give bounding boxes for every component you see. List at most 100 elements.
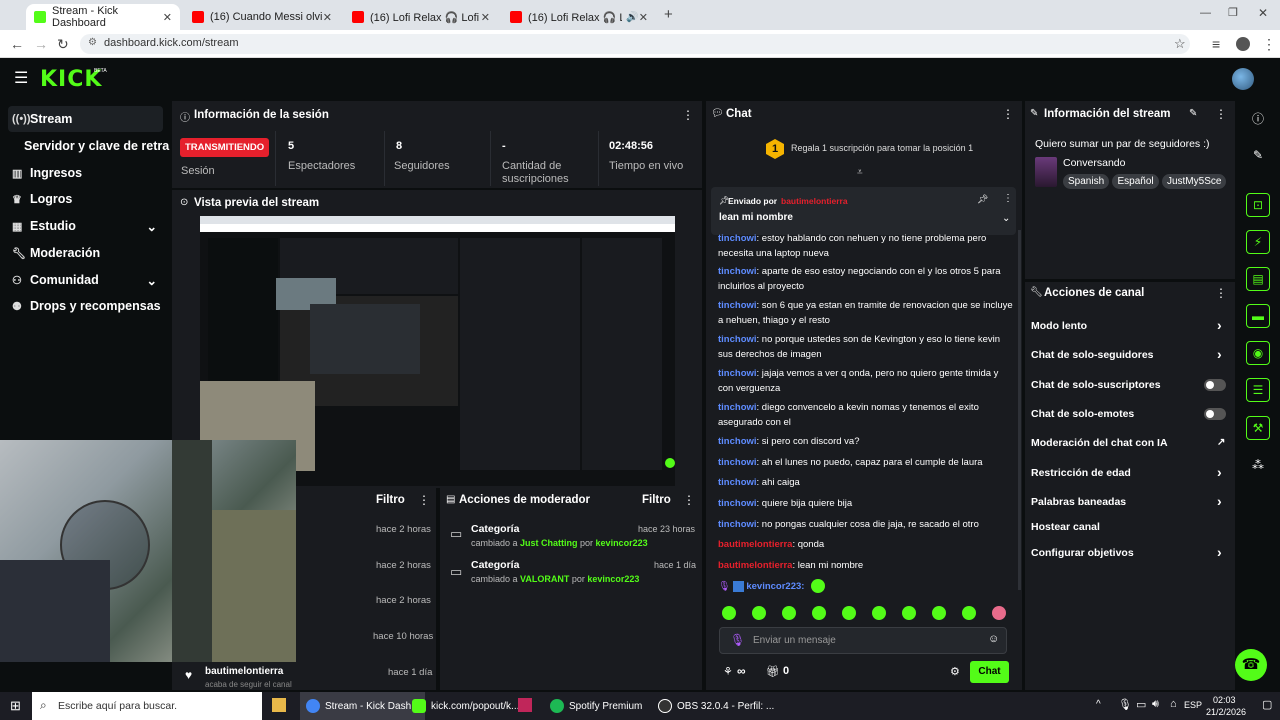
sidebar-item-server-key[interactable]: Servidor y clave de retransmisión bbox=[20, 133, 170, 159]
emote-icon[interactable] bbox=[992, 606, 1006, 620]
reload-icon[interactable]: ↻ bbox=[57, 36, 69, 53]
tag[interactable]: JustMy5Sce bbox=[1161, 174, 1227, 189]
chevron-up-icon[interactable]: ^ bbox=[1096, 699, 1101, 710]
emotes-only-toggle[interactable] bbox=[1204, 408, 1226, 420]
emote-icon[interactable] bbox=[782, 606, 796, 620]
language-indicator[interactable]: ESP bbox=[1184, 700, 1202, 710]
emote-icon[interactable] bbox=[842, 606, 856, 620]
action-ai-moderation[interactable]: Moderación del chat con IA ↗ bbox=[1031, 437, 1231, 449]
more-options-icon[interactable]: ⋮ bbox=[418, 493, 430, 507]
close-icon[interactable]: ✕ bbox=[639, 11, 648, 24]
pen-icon[interactable]: ✎ bbox=[1246, 143, 1270, 167]
close-icon[interactable]: ✕ bbox=[481, 11, 490, 24]
filter-button[interactable]: Filtro bbox=[376, 494, 405, 506]
forward-icon[interactable]: → bbox=[34, 36, 48, 52]
sidebar-item-moderacion[interactable]: 🔧︎ Moderación bbox=[8, 240, 163, 266]
action-goals[interactable]: Configurar objetivos › bbox=[1031, 544, 1231, 560]
tab-youtube-3[interactable]: (16) Lofi Relax 🎧 Lofi Hip 🔊 ✕ bbox=[502, 4, 656, 30]
focus-icon[interactable]: ⊡ bbox=[1246, 193, 1270, 217]
new-tab-button[interactable]: + bbox=[664, 6, 673, 23]
window-close-button[interactable]: ✕ bbox=[1258, 6, 1268, 20]
tag[interactable]: Español bbox=[1112, 174, 1159, 189]
collapse-icon[interactable]: ⩡ bbox=[857, 167, 863, 178]
pin-toggle-icon[interactable]: 📌︎ bbox=[977, 194, 988, 205]
app-icon[interactable] bbox=[518, 698, 532, 712]
chat-scrollbar[interactable] bbox=[1018, 230, 1021, 590]
taskbar-app-kick[interactable]: kick.com/popout/k... bbox=[406, 692, 525, 720]
chat-username[interactable]: tinchowi bbox=[718, 300, 757, 311]
gear-icon[interactable]: ⚙ bbox=[950, 665, 960, 678]
mic-icon[interactable]: 🎙︎ bbox=[1118, 698, 1132, 711]
tab-kick-dashboard[interactable]: Stream - Kick Dashboard ✕ bbox=[26, 4, 180, 30]
action-followers-only[interactable]: Chat de solo-seguidores › bbox=[1031, 346, 1231, 362]
close-icon[interactable]: ✕ bbox=[163, 11, 172, 24]
chat-username[interactable]: bautimelontierra bbox=[718, 539, 792, 550]
file-explorer-icon[interactable] bbox=[272, 698, 286, 712]
clock-time[interactable]: 02:03 bbox=[1213, 695, 1236, 705]
emote-icon[interactable] bbox=[902, 606, 916, 620]
emoji-icon[interactable]: ☺ bbox=[988, 633, 999, 645]
document-icon[interactable]: ▤ bbox=[1246, 267, 1270, 291]
chat-username[interactable]: tinchowi bbox=[718, 477, 757, 488]
action-emotes-only[interactable]: Chat de solo-emotes bbox=[1031, 408, 1231, 420]
action-slow-mode[interactable]: Modo lento › bbox=[1031, 317, 1231, 333]
hamburger-menu-icon[interactable]: ☰ bbox=[14, 68, 28, 88]
action-host-channel[interactable]: Hostear canal bbox=[1031, 521, 1231, 533]
browser-menu-icon[interactable]: ⋮ bbox=[1262, 36, 1276, 53]
chat-username[interactable]: tinchowi bbox=[718, 402, 757, 413]
sidebar-item-drops[interactable]: ⚉ Drops y recompensas bbox=[8, 293, 163, 319]
maximize-button[interactable]: ❐ bbox=[1228, 6, 1238, 19]
more-options-icon[interactable]: ⋮ bbox=[682, 108, 694, 122]
sidebar-item-comunidad[interactable]: ⚇ Comunidad ⌄ bbox=[8, 267, 163, 293]
network-icon[interactable]: ▭ bbox=[1136, 698, 1146, 711]
emote-icon[interactable] bbox=[932, 606, 946, 620]
subs-only-toggle[interactable] bbox=[1204, 379, 1226, 391]
url-field[interactable]: ⚙ dashboard.kick.com/stream ☆ bbox=[80, 34, 1190, 54]
category-name[interactable]: Conversando bbox=[1063, 157, 1125, 169]
volume-icon[interactable]: 🔊︎ bbox=[1152, 698, 1159, 711]
chat-username[interactable]: tinchowi bbox=[718, 519, 757, 530]
chat-bubble-icon[interactable]: ▬ bbox=[1246, 304, 1270, 328]
emote-icon[interactable] bbox=[722, 606, 736, 620]
user-avatar[interactable] bbox=[1232, 68, 1254, 90]
action-age-restriction[interactable]: Restricción de edad › bbox=[1031, 464, 1231, 480]
minimize-button[interactable]: — bbox=[1200, 7, 1211, 19]
back-icon[interactable]: ← bbox=[10, 36, 24, 52]
info-icon[interactable]: ⓘ bbox=[1246, 106, 1270, 130]
sidebar-item-ingresos[interactable]: ▥ Ingresos bbox=[8, 160, 163, 186]
network-icon[interactable]: ⌂ bbox=[1170, 698, 1177, 710]
sidebar-item-logros[interactable]: ♛ Logros bbox=[8, 186, 163, 212]
list-icon[interactable]: ☰ bbox=[1246, 378, 1270, 402]
emote-icon[interactable] bbox=[872, 606, 886, 620]
bookmark-star-icon[interactable]: ☆ bbox=[1174, 36, 1186, 52]
chat-username[interactable]: bautimelontierra bbox=[718, 560, 792, 571]
chat-username[interactable]: tinchowi bbox=[718, 436, 757, 447]
chat-username[interactable]: kevincor223: bbox=[746, 581, 804, 592]
support-button[interactable]: ☎ bbox=[1235, 649, 1267, 681]
chat-username[interactable]: tinchowi bbox=[718, 266, 757, 277]
chat-input[interactable]: 🎙︎ Enviar un mensaje ☺ bbox=[719, 627, 1007, 654]
emote-icon[interactable] bbox=[962, 606, 976, 620]
taskbar-app-obs[interactable]: OBS 32.0.4 - Perfil: ... bbox=[652, 692, 780, 720]
mic-icon[interactable]: 🎙︎ bbox=[730, 633, 745, 647]
mod-action-user[interactable]: kevincor223 bbox=[596, 538, 648, 548]
tab-youtube-1[interactable]: (16) Cuando Messi olvidó quién ✕ bbox=[184, 4, 340, 30]
more-options-icon[interactable]: ⋮ bbox=[1003, 193, 1013, 204]
more-options-icon[interactable]: ⋮ bbox=[1002, 107, 1014, 121]
sidebar-item-estudio[interactable]: ▦ Estudio ⌄ bbox=[8, 213, 163, 239]
action-banned-words[interactable]: Palabras baneadas › bbox=[1031, 493, 1231, 509]
mod-action-user[interactable]: kevincor223 bbox=[587, 574, 639, 584]
tag[interactable]: Spanish bbox=[1063, 174, 1110, 189]
more-options-icon[interactable]: ⋮ bbox=[1215, 107, 1227, 121]
taskbar-app-spotify[interactable]: Spotify Premium bbox=[544, 692, 648, 720]
chat-username[interactable]: tinchowi bbox=[718, 334, 757, 345]
close-icon[interactable]: ✕ bbox=[323, 11, 332, 24]
chat-username[interactable]: tinchowi bbox=[718, 233, 757, 244]
more-options-icon[interactable]: ⋮ bbox=[683, 493, 695, 507]
lightning-icon[interactable]: ⚡︎ bbox=[1246, 230, 1270, 254]
emote-icon[interactable] bbox=[812, 606, 826, 620]
notifications-icon[interactable]: ▢ bbox=[1262, 698, 1272, 711]
media-control-icon[interactable]: ≡ bbox=[1212, 36, 1220, 52]
tab-youtube-2[interactable]: (16) Lofi Relax 🎧 Lofi Hip Hop ✕ bbox=[344, 4, 498, 30]
action-subs-only[interactable]: Chat de solo-suscriptores bbox=[1031, 379, 1231, 391]
